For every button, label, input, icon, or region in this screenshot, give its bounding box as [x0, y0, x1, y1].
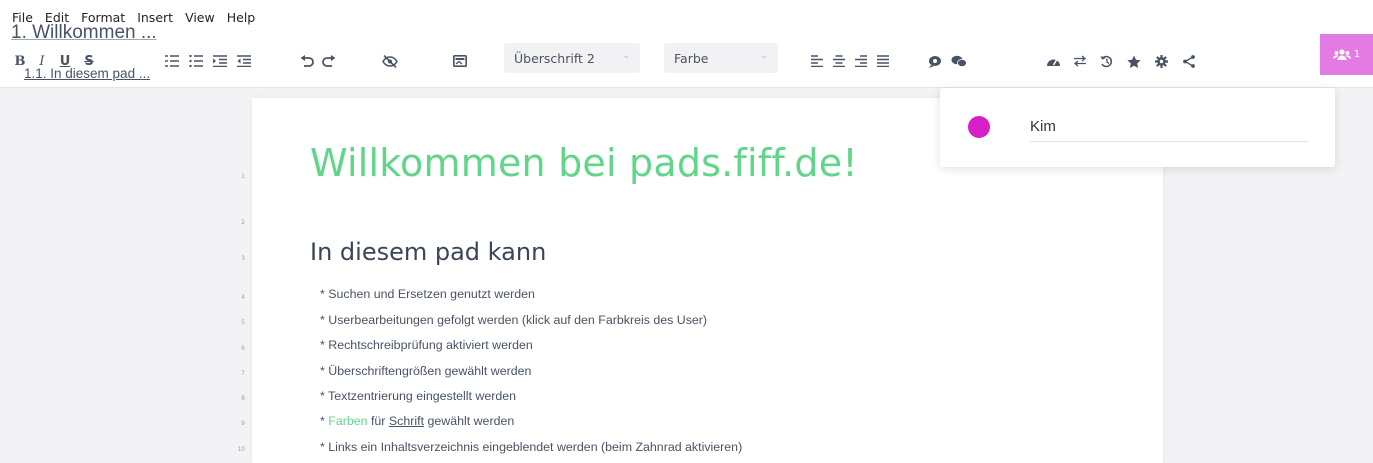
chat-button[interactable]	[947, 34, 971, 88]
document-line: * Farben für Schrift gewählt werden	[320, 414, 514, 428]
document-line: * Überschriftengrößen gewählt werden	[320, 364, 532, 378]
bullet-list-button[interactable]	[185, 34, 207, 88]
bullet-list-icon	[189, 55, 203, 67]
menu-view[interactable]: View	[185, 10, 215, 25]
history-icon	[1100, 55, 1113, 67]
line-text: gewählt werden	[424, 414, 515, 428]
redo-button[interactable]	[318, 34, 340, 88]
color-select-value: Farbe	[674, 50, 709, 66]
history-button[interactable]	[1095, 34, 1119, 88]
username-field[interactable]: Kim	[1030, 112, 1308, 142]
comment-icon	[929, 55, 941, 68]
line-number: 9	[241, 420, 245, 427]
line-number: 7	[241, 370, 245, 377]
ordered-list-button[interactable]	[161, 34, 183, 88]
chat-icon	[951, 55, 967, 67]
document-title: Willkommen bei pads.fiff.de!	[310, 141, 858, 185]
align-justify-button[interactable]	[873, 34, 893, 88]
document-line: * Rechtschreibprüfung aktiviert werden	[320, 338, 533, 352]
toc-item-h1[interactable]: 1. Willkommen ...	[11, 22, 157, 44]
undo-button[interactable]	[296, 34, 318, 88]
align-center-button[interactable]	[829, 34, 849, 88]
users-count: 1	[1353, 49, 1361, 60]
undo-icon	[300, 54, 314, 67]
align-right-button[interactable]	[851, 34, 871, 88]
align-justify-icon	[877, 55, 889, 67]
menu-bar: File Edit Format Insert View Help	[0, 0, 1373, 34]
users-button[interactable]: 1	[1320, 34, 1373, 75]
colored-word: Farben	[328, 414, 368, 428]
comment-button[interactable]	[923, 34, 947, 88]
insert-image-button[interactable]	[449, 34, 471, 88]
line-number: 2	[241, 219, 245, 226]
share-button[interactable]	[1177, 34, 1201, 88]
user-color-swatch[interactable]	[968, 116, 990, 138]
underlined-word: Schrift	[388, 414, 425, 428]
outdent-button[interactable]	[233, 34, 255, 88]
document-line: * Links ein Inhaltsverzeichnis eingeblen…	[320, 440, 743, 454]
document-heading: In diesem pad kann	[310, 238, 547, 266]
line-number: 4	[241, 294, 245, 301]
chevron-down-icon: ⌄	[760, 51, 768, 61]
import-export-button[interactable]	[1068, 34, 1092, 88]
star-button[interactable]	[1122, 34, 1146, 88]
redo-icon	[322, 54, 336, 67]
image-icon	[453, 55, 467, 67]
color-select[interactable]: Farbe ⌄	[664, 43, 778, 73]
align-right-icon	[855, 55, 867, 67]
chevron-down-icon: ⌄	[622, 51, 630, 61]
indent-button[interactable]	[209, 34, 231, 88]
heading-select[interactable]: Überschrift 2 ⌄	[504, 43, 640, 73]
exchange-icon	[1073, 55, 1087, 67]
toolbar: B I U S Überschrift 2 ⌄ Farbe ⌄	[0, 34, 1373, 88]
ordered-list-icon	[165, 55, 179, 67]
document-line: * Textzentrierung eingestellt werden	[320, 389, 517, 403]
document-line: * Userbearbeitungen gefolgt werden (klic…	[320, 313, 708, 327]
users-icon	[1332, 49, 1351, 60]
menu-help[interactable]: Help	[227, 10, 256, 25]
share-icon	[1183, 54, 1195, 68]
indent-icon	[213, 55, 227, 67]
gear-icon	[1154, 54, 1168, 68]
line-number: 1	[241, 173, 245, 180]
align-center-icon	[833, 55, 845, 67]
outdent-icon	[237, 55, 251, 67]
hide-authorship-button[interactable]	[378, 34, 402, 88]
align-left-icon	[811, 55, 823, 67]
heading-select-value: Überschrift 2	[514, 50, 595, 66]
line-number: 5	[241, 319, 245, 326]
line-number: 10	[237, 446, 245, 453]
eye-slash-icon	[382, 54, 398, 68]
settings-button[interactable]	[1149, 34, 1173, 88]
align-left-button[interactable]	[807, 34, 827, 88]
star-icon	[1127, 55, 1141, 68]
line-number: 3	[241, 255, 245, 262]
document-line: * Suchen und Ersetzen genutzt werden	[320, 287, 535, 301]
timeslider-button[interactable]	[1041, 34, 1065, 88]
line-number-gutter: 1 2 3 4 5 6 7 8 9 10	[215, 98, 245, 463]
line-number: 6	[241, 345, 245, 352]
line-number: 8	[241, 395, 245, 402]
dashboard-icon	[1046, 59, 1060, 66]
line-text: für	[367, 414, 389, 428]
toc-item-h2[interactable]: 1.1. In diesem pad ...	[24, 66, 150, 81]
